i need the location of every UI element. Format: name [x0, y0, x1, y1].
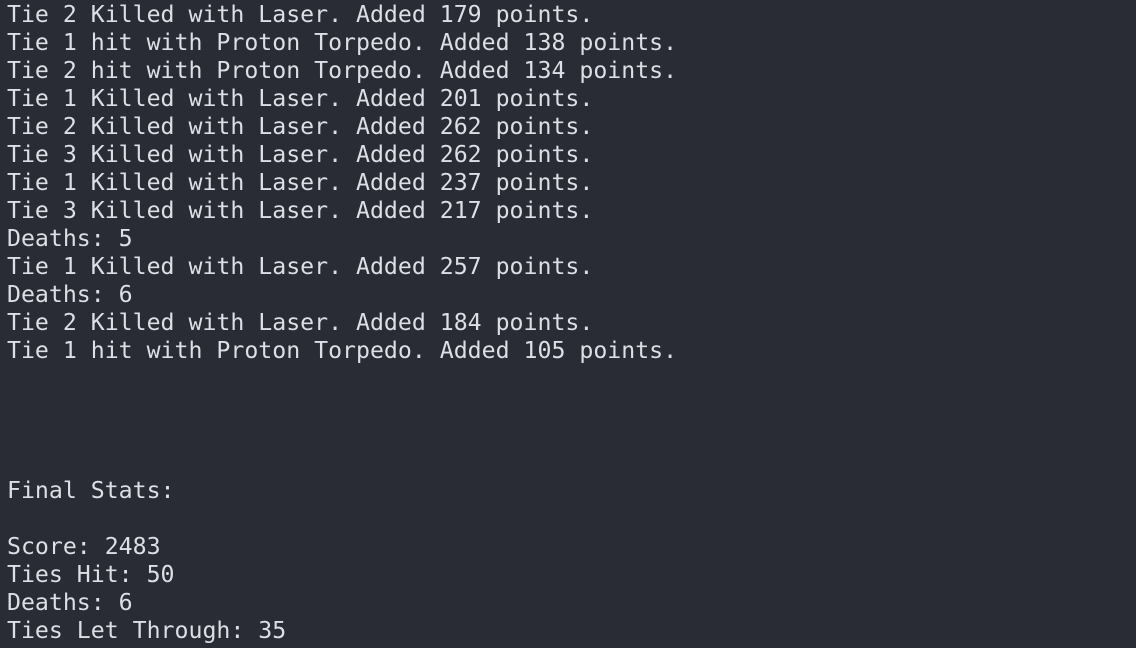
log-line: Tie 2 hit with Proton Torpedo. Added 134… — [7, 57, 678, 84]
ties-let-through-stat: Ties Let Through: 35 — [7, 617, 287, 644]
terminal-output[interactable]: Tie 2 Killed with Laser. Added 179 point… — [0, 0, 1136, 648]
log-line: Tie 1 Killed with Laser. Added 237 point… — [7, 169, 594, 196]
score-stat: Score: 2483 — [7, 533, 161, 560]
log-line: Tie 1 hit with Proton Torpedo. Added 138… — [7, 29, 678, 56]
log-line: Tie 1 Killed with Laser. Added 257 point… — [7, 253, 594, 280]
log-line: Tie 1 hit with Proton Torpedo. Added 105… — [7, 337, 678, 364]
log-line: Tie 3 Killed with Laser. Added 217 point… — [7, 197, 594, 224]
log-line: Tie 2 Killed with Laser. Added 179 point… — [7, 1, 594, 28]
log-line: Tie 2 Killed with Laser. Added 184 point… — [7, 309, 594, 336]
game-log: Tie 2 Killed with Laser. Added 179 point… — [7, 1, 677, 365]
final-stats: Final Stats: Score: 2483 Ties Hit: 50 De… — [7, 477, 286, 645]
final-stats-heading: Final Stats: — [7, 477, 175, 504]
log-line: Deaths: 5 — [7, 225, 133, 252]
deaths-stat: Deaths: 6 — [7, 589, 133, 616]
log-line: Tie 2 Killed with Laser. Added 262 point… — [7, 113, 594, 140]
ties-hit-stat: Ties Hit: 50 — [7, 561, 175, 588]
log-line: Deaths: 6 — [7, 281, 133, 308]
log-line: Tie 3 Killed with Laser. Added 262 point… — [7, 141, 594, 168]
log-line: Tie 1 Killed with Laser. Added 201 point… — [7, 85, 594, 112]
